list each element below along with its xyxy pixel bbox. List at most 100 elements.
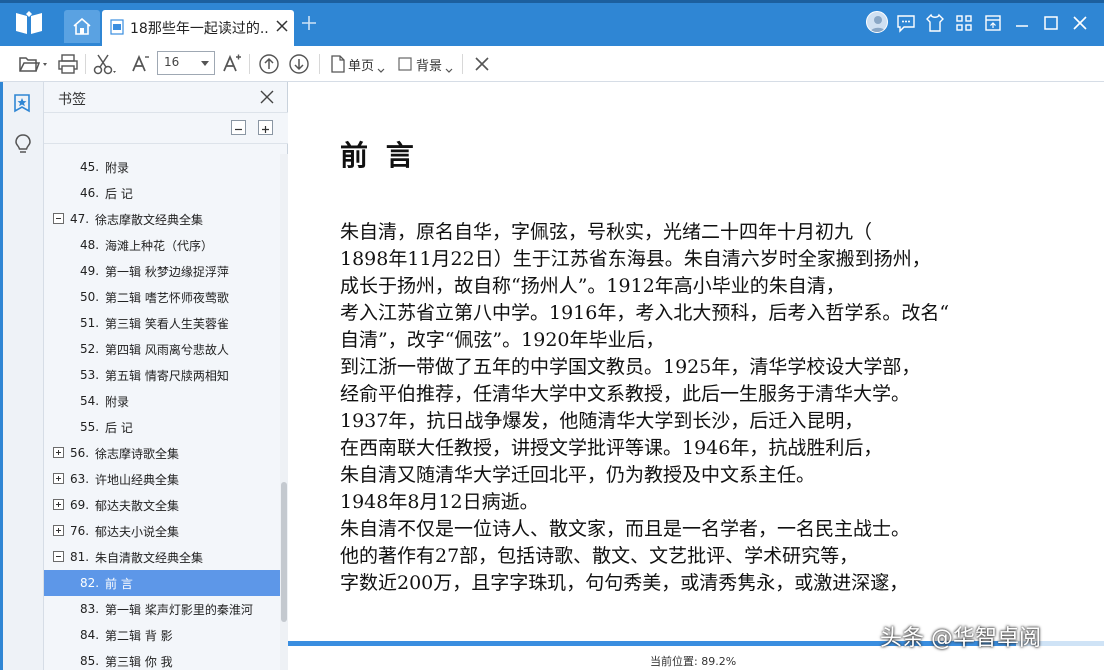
scissors-icon[interactable] xyxy=(92,52,118,76)
single-page-button[interactable]: 单页 xyxy=(348,55,374,74)
text-line: 自清”，改字“佩弦”。1920年毕业后， xyxy=(340,329,665,351)
bookmark-item[interactable]: 85. 第三辑 你 我 xyxy=(44,648,280,670)
collapse-icon[interactable] xyxy=(53,551,64,562)
bookmark-item[interactable]: 76. 郁达夫小说全集 xyxy=(44,518,280,544)
message-icon[interactable] xyxy=(895,12,917,34)
font-size-value: 16 xyxy=(164,55,180,69)
chevron-down-icon[interactable] xyxy=(377,52,385,76)
bookmark-star-icon[interactable] xyxy=(12,93,32,113)
expand-icon[interactable] xyxy=(53,473,64,484)
expand-icon[interactable] xyxy=(53,525,64,536)
font-size-select[interactable]: 16 xyxy=(157,51,215,75)
open-folder-icon[interactable] xyxy=(18,52,52,76)
book-logo-icon xyxy=(16,11,42,34)
bookmark-item[interactable]: 84. 第二辑 背 影 xyxy=(44,622,280,648)
bookmark-item[interactable]: 56. 徐志摩诗歌全集 xyxy=(44,440,280,466)
bookmark-item[interactable]: 53. 第五辑 情寄尺牍两相知 xyxy=(44,362,280,388)
expand-icon[interactable] xyxy=(53,447,64,458)
reader-window: 18那些年一起读过的... 16 单页 背景 书签 45. 附录 46. 后 记… xyxy=(0,0,1104,670)
restore-icon[interactable] xyxy=(982,12,1004,34)
bookmark-label: 第一辑 秋梦边缘捉浮萍 xyxy=(105,265,229,279)
background-button[interactable]: 背景 xyxy=(416,55,442,74)
bookmark-number: 45. xyxy=(80,160,100,174)
document-tab[interactable]: 18那些年一起读过的... xyxy=(102,10,294,46)
bookmark-number: 82. xyxy=(80,576,100,590)
bookmark-item[interactable]: 83. 第一辑 桨声灯影里的秦淮河 xyxy=(44,596,280,622)
bookmark-item[interactable]: 49. 第一辑 秋梦边缘捉浮萍 xyxy=(44,258,280,284)
bookmark-number: 63. xyxy=(70,472,90,486)
expand-all-button[interactable] xyxy=(258,120,273,135)
bookmark-label: 第二辑 嗜艺怀师夜莺歌 xyxy=(105,291,229,305)
bookmark-label: 第五辑 情寄尺牍两相知 xyxy=(105,369,229,383)
bookmark-label: 后 记 xyxy=(105,187,133,201)
text-line: 考入江苏省立第八中学。1916年，考入北大预科，后考入哲学系。改名“ xyxy=(340,302,950,324)
bookmark-item[interactable]: 46. 后 记 xyxy=(44,180,280,206)
bookmark-label: 第一辑 桨声灯影里的秦淮河 xyxy=(105,603,253,617)
plus-box-icon xyxy=(262,126,269,133)
bookmark-item[interactable]: 54. 附录 xyxy=(44,388,280,414)
collapse-icon[interactable] xyxy=(53,213,64,224)
page-icon[interactable] xyxy=(330,52,346,76)
bookmark-scrollbar[interactable] xyxy=(280,154,288,670)
bookmark-item[interactable]: 52. 第四辑 风雨离兮悲故人 xyxy=(44,336,280,362)
document-body: 朱自清，原名自华，字佩弦，号秋实，光绪二十四年十月初九（ 1898年11月22日）… xyxy=(340,219,1080,597)
bookmark-number: 46. xyxy=(80,186,100,200)
bookmark-number: 76. xyxy=(70,524,90,538)
bookmark-label: 第三辑 你 我 xyxy=(105,655,173,669)
bookmark-item[interactable]: 48. 海滩上种花（代序） xyxy=(44,232,280,258)
bookmark-label: 海滩上种花（代序） xyxy=(105,239,214,253)
text-line: 1937年，抗日战争爆发，他随清华大学到长沙，后迁入昆明， xyxy=(340,410,864,432)
arrow-down-icon[interactable] xyxy=(288,52,310,76)
bookmark-label: 徐志摩诗歌全集 xyxy=(95,447,180,461)
bookmark-panel: 书签 45. 附录 46. 后 记 47. 徐志摩散文经典全集 48. 海滩上种花（代序） 49… xyxy=(44,82,288,670)
bookmark-number: 48. xyxy=(80,238,100,252)
print-icon[interactable] xyxy=(57,52,79,76)
text-line: 1948年8月12日病逝。 xyxy=(340,491,539,513)
maximize-icon[interactable] xyxy=(1040,12,1062,34)
close-icon[interactable] xyxy=(472,52,492,76)
bookmark-item[interactable]: 55. 后 记 xyxy=(44,414,280,440)
text-line: 朱自清不仅是一位诗人、散文家，而且是一名学者，一名民主战士。 xyxy=(340,518,911,540)
bookmark-label: 朱自清散文经典全集 xyxy=(95,551,204,565)
watermark-text: 头条 @华智卓阅 xyxy=(880,626,1041,651)
close-icon[interactable] xyxy=(260,90,274,104)
text-line: 朱自清又随清华大学迁回北平，仍为教授及中文系主任。 xyxy=(340,464,816,486)
bookmark-tree: 45. 附录 46. 后 记 47. 徐志摩散文经典全集 48. 海滩上种花（代序） 49. 第一… xyxy=(44,154,280,670)
bookmark-item-selected[interactable]: 82. 前 言 xyxy=(44,570,280,596)
bookmark-item[interactable]: 45. 附录 xyxy=(44,154,280,180)
avatar[interactable] xyxy=(866,11,888,33)
bookmark-item[interactable]: 81. 朱自清散文经典全集 xyxy=(44,544,280,570)
bookmark-number: 69. xyxy=(70,498,90,512)
toolbar-divider xyxy=(85,54,86,74)
lightbulb-icon[interactable] xyxy=(13,133,33,155)
bookmark-label: 第四辑 风雨离兮悲故人 xyxy=(105,343,229,357)
checkbox-icon[interactable] xyxy=(397,52,413,76)
toolbar: 16 单页 背景 xyxy=(0,46,1104,82)
panel-title: 书签 xyxy=(58,92,86,108)
bookmark-item[interactable]: 50. 第二辑 嗜艺怀师夜莺歌 xyxy=(44,284,280,310)
home-tab[interactable] xyxy=(64,10,100,43)
text-line: 他的著作有27部，包括诗歌、散文、文艺批评、学术研究等， xyxy=(340,545,859,567)
arrow-up-icon[interactable] xyxy=(258,52,280,76)
bookmark-item[interactable]: 63. 许地山经典全集 xyxy=(44,466,280,492)
bookmark-item[interactable]: 47. 徐志摩散文经典全集 xyxy=(44,206,280,232)
expand-icon[interactable] xyxy=(53,499,64,510)
bookmark-number: 81. xyxy=(70,550,90,564)
decrease-font-icon[interactable] xyxy=(130,52,150,76)
shirt-icon[interactable] xyxy=(924,12,946,34)
scrollbar-thumb[interactable] xyxy=(281,482,287,622)
bookmark-label: 许地山经典全集 xyxy=(95,473,180,487)
bookmark-number: 54. xyxy=(80,394,100,408)
close-icon[interactable] xyxy=(1069,12,1091,34)
close-icon[interactable] xyxy=(275,19,289,33)
side-rail xyxy=(0,82,44,670)
chevron-down-icon[interactable] xyxy=(445,52,453,76)
minimize-icon[interactable] xyxy=(1011,12,1033,34)
bookmark-item[interactable]: 69. 郁达夫散文全集 xyxy=(44,492,280,518)
collapse-all-button[interactable] xyxy=(231,120,246,135)
bookmark-item[interactable]: 51. 第三辑 笑看人生芙蓉雀 xyxy=(44,310,280,336)
plus-icon[interactable] xyxy=(300,14,318,32)
increase-font-icon[interactable] xyxy=(222,52,242,76)
bookmark-label: 附录 xyxy=(105,395,130,409)
grid-icon[interactable] xyxy=(953,12,975,34)
